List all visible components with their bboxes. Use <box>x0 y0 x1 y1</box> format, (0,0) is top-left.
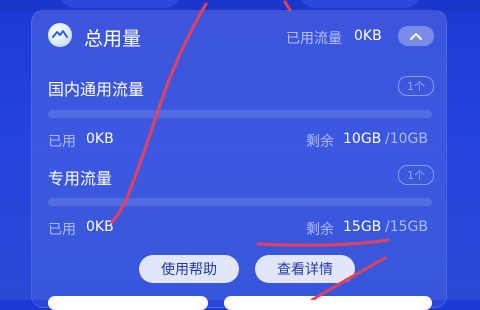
total-used-value: 0KB <box>354 28 382 44</box>
dedicated-remaining-label: 剩余 <box>306 222 334 238</box>
collapse-button[interactable] <box>398 26 434 46</box>
cloud-data-icon <box>48 23 72 47</box>
domestic-remaining-label: 剩余 <box>306 134 334 150</box>
total-usage-title: 总用量 <box>84 28 142 50</box>
bottom-button-left[interactable] <box>48 296 208 310</box>
domestic-count-badge: 1个 <box>398 76 434 96</box>
top-tab-left <box>60 0 180 8</box>
top-tab-right <box>300 0 420 8</box>
usage-card <box>31 10 447 308</box>
domestic-total-value: /10GB <box>385 131 428 147</box>
dedicated-section-title: 专用流量 <box>48 169 113 188</box>
dedicated-used-label: 已用 <box>48 222 76 238</box>
dedicated-progress-bar <box>48 198 432 206</box>
dedicated-total-value: /15GB <box>385 219 428 235</box>
domestic-used-value: 0KB <box>86 131 114 147</box>
domestic-section-title: 国内通用流量 <box>48 80 145 99</box>
dedicated-remaining-value: 15GB <box>343 219 382 235</box>
domestic-remaining-value: 10GB <box>343 131 382 147</box>
total-used-label: 已用流量 <box>286 31 342 47</box>
domestic-used-label: 已用 <box>48 134 76 150</box>
domestic-progress-bar <box>48 110 432 118</box>
dedicated-count-badge: 1个 <box>398 165 434 185</box>
bottom-button-right[interactable] <box>224 296 432 310</box>
chevron-up-icon <box>410 32 422 40</box>
details-button[interactable]: 查看详情 <box>255 255 355 283</box>
dedicated-used-value: 0KB <box>86 219 114 235</box>
help-button[interactable]: 使用帮助 <box>139 255 239 283</box>
